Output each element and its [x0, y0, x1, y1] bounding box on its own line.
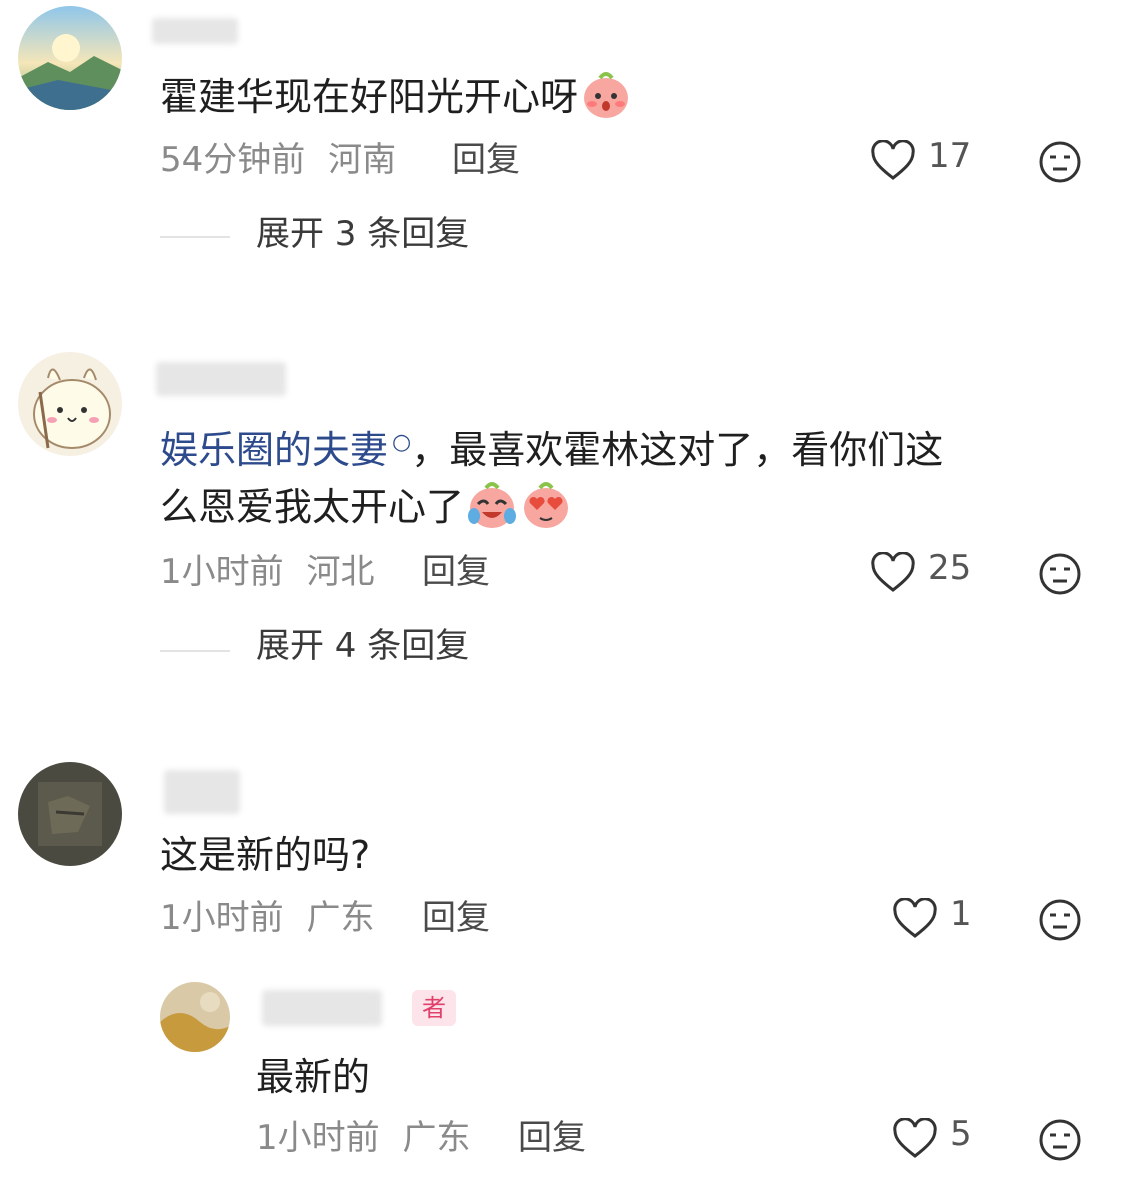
- reply-button[interactable]: 回复: [452, 138, 520, 182]
- reply-button[interactable]: 回复: [518, 1116, 586, 1160]
- like-button[interactable]: [870, 140, 916, 182]
- heart-outline-icon: [893, 1118, 937, 1158]
- dislike-button[interactable]: [1038, 140, 1082, 184]
- comment-text-content: 这是新的吗?: [160, 833, 371, 877]
- comment-meta: 54分钟前 河南: [160, 138, 396, 182]
- neutral-face-icon: [1039, 1119, 1081, 1161]
- reply-username-blurred[interactable]: [262, 990, 382, 1026]
- reply-avatar[interactable]: [160, 982, 230, 1052]
- dislike-button[interactable]: [1038, 898, 1082, 942]
- reply-text-content: 最新的: [256, 1055, 371, 1099]
- username-blurred[interactable]: [156, 362, 286, 396]
- comment-time: 54分钟前: [160, 140, 306, 180]
- comment-text: 霍建华现在好阳光开心呀: [160, 64, 632, 130]
- expand-replies-button[interactable]: 展开 4 条回复: [256, 624, 469, 668]
- heart-outline-icon: [871, 552, 915, 592]
- comment-meta: 1小时前 河北: [160, 550, 374, 594]
- shy-face-emoji: [580, 68, 632, 120]
- reply-location: 广东: [402, 1118, 471, 1158]
- avatar[interactable]: [18, 352, 122, 456]
- author-badge: 者: [412, 990, 456, 1026]
- heart-outline-icon: [871, 140, 915, 180]
- dislike-button[interactable]: [1038, 552, 1082, 596]
- like-count: 17: [928, 136, 972, 176]
- comment-text-second-line: 么恩爱我太开心了: [160, 474, 572, 540]
- like-button[interactable]: [870, 552, 916, 594]
- avatar[interactable]: [18, 6, 122, 110]
- comment-text-line2: 么恩爱我太开心了: [160, 485, 465, 529]
- neutral-face-icon: [1039, 899, 1081, 941]
- comment-text: 娱乐圈的夫妻 ○，最喜欢霍林这对了，看你们这: [160, 410, 943, 483]
- crying-laughing-emoji: [466, 478, 518, 530]
- username-blurred[interactable]: [164, 770, 240, 814]
- like-count: 25: [928, 548, 972, 588]
- reply-text: 最新的: [256, 1044, 370, 1110]
- avatar[interactable]: [18, 762, 122, 866]
- username-blurred[interactable]: [152, 18, 238, 44]
- comment-time: 1小时前: [160, 552, 284, 592]
- reply-meta: 1小时前 广东: [256, 1116, 470, 1160]
- comment-meta: 1小时前 广东: [160, 896, 374, 940]
- comment-text: 这是新的吗?: [160, 822, 370, 888]
- expand-divider: [160, 236, 230, 238]
- expand-divider: [160, 650, 230, 652]
- heart-outline-icon: [893, 898, 937, 938]
- comment-time: 1小时前: [160, 898, 284, 938]
- comment-location: 广东: [306, 898, 375, 938]
- like-button[interactable]: [892, 898, 938, 940]
- comment-location: 河北: [306, 552, 375, 592]
- search-keyword-link[interactable]: 娱乐圈的夫妻: [160, 428, 388, 472]
- expand-replies-button[interactable]: 展开 3 条回复: [256, 212, 469, 256]
- like-count: 5: [950, 1114, 972, 1154]
- neutral-face-icon: [1039, 553, 1081, 595]
- reply-button[interactable]: 回复: [422, 896, 490, 940]
- neutral-face-icon: [1039, 141, 1081, 183]
- like-count: 1: [950, 894, 972, 934]
- like-button[interactable]: [892, 1118, 938, 1160]
- reply-time: 1小时前: [256, 1118, 380, 1158]
- comment-location: 河南: [328, 140, 397, 180]
- reply-button[interactable]: 回复: [422, 550, 490, 594]
- dislike-button[interactable]: [1038, 1118, 1082, 1162]
- search-icon[interactable]: ○: [392, 430, 411, 455]
- comment-text-content: 霍建华现在好阳光开心呀: [160, 75, 579, 119]
- comment-text-line1: ，最喜欢霍林这对了，看你们这: [411, 428, 944, 472]
- heart-eyes-emoji: [520, 478, 572, 530]
